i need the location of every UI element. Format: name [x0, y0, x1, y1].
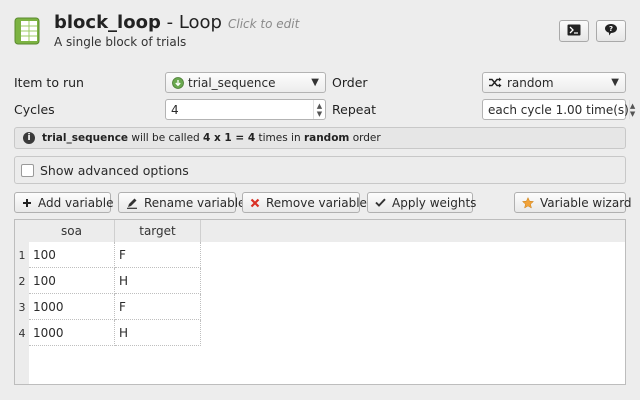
- repeat-label: Repeat: [332, 102, 377, 117]
- cycles-value: 4: [171, 102, 179, 117]
- apply-weights-button[interactable]: Apply weights: [367, 192, 477, 213]
- chevron-down-icon: ▼: [311, 77, 319, 88]
- table-cell-soa[interactable]: 1000: [29, 294, 115, 320]
- chevron-down-icon: ▼: [611, 77, 619, 88]
- advanced-options-label: Show advanced options: [40, 162, 189, 178]
- summary-text-2: times in: [255, 132, 304, 144]
- svg-text:?: ?: [609, 25, 613, 33]
- sequence-item-icon: [172, 76, 184, 89]
- column-header-target[interactable]: target: [115, 220, 201, 242]
- help-button[interactable]: ?: [596, 20, 626, 42]
- summary-text-1: will be called: [128, 132, 204, 144]
- row-header-empty: [15, 346, 29, 384]
- variable-wizard-button[interactable]: Variable wizard: [514, 192, 632, 213]
- spin-arrows-icon[interactable]: ▲ ▼: [313, 100, 325, 119]
- row-header[interactable]: 1: [15, 242, 29, 268]
- rename-variable-label: Rename variable: [144, 195, 246, 210]
- table-cell-soa[interactable]: 100: [29, 242, 115, 268]
- terminal-icon: [567, 24, 581, 39]
- click-to-edit-hint: Click to edit: [227, 17, 300, 31]
- checkmark-icon: [375, 198, 386, 207]
- spin-arrows-icon[interactable]: ▲ ▼: [628, 100, 635, 119]
- column-header-soa[interactable]: soa: [29, 220, 115, 242]
- remove-variable-label: Remove variable: [266, 195, 367, 210]
- summary-order: random: [303, 132, 350, 144]
- table-cell-target[interactable]: F: [115, 242, 201, 268]
- item-type: Loop: [178, 12, 222, 33]
- table-cell-soa[interactable]: 1000: [29, 320, 115, 346]
- rename-variable-button[interactable]: Rename variable: [118, 192, 245, 213]
- table-cell-target[interactable]: F: [115, 294, 201, 320]
- advanced-options-toggle[interactable]: Show advanced options: [14, 156, 626, 184]
- summary-item: trial_sequence: [42, 132, 129, 144]
- summary-text: trial_sequence will be called 4 x 1 = 4 …: [42, 132, 381, 144]
- summary-formula: 4 x 1 = 4: [203, 132, 256, 144]
- repeat-spinbox[interactable]: each cycle 1.00 time(s) ▲ ▼: [482, 99, 635, 120]
- table-corner[interactable]: [15, 220, 29, 242]
- help-speech-icon: ?: [604, 23, 618, 39]
- table-cell-target[interactable]: H: [115, 320, 201, 346]
- item-description[interactable]: A single block of trials: [54, 35, 186, 49]
- close-icon: [250, 198, 260, 208]
- order-label: Order: [332, 75, 368, 90]
- loop-table-icon: [14, 17, 40, 45]
- add-variable-button[interactable]: Add variable: [14, 192, 114, 213]
- item-to-run-combo[interactable]: trial_sequence ▼: [165, 72, 326, 93]
- variable-wizard-label: Variable wizard: [540, 195, 632, 210]
- loop-table[interactable]: soa target 1 100 F 2 100 H 3 1000 F 4 10…: [14, 219, 626, 385]
- item-to-run-value: trial_sequence: [188, 75, 276, 90]
- table-cell-target[interactable]: H: [115, 268, 201, 294]
- add-variable-label: Add variable: [38, 195, 114, 210]
- star-icon: [522, 196, 534, 209]
- summary-text-3: order: [349, 132, 381, 144]
- script-view-button[interactable]: [559, 20, 589, 42]
- pen-icon: [126, 197, 138, 209]
- cycles-label: Cycles: [14, 102, 55, 117]
- column-header-empty: [201, 220, 625, 242]
- advanced-options-checkbox[interactable]: [21, 163, 34, 177]
- loop-summary: i trial_sequence will be called 4 x 1 = …: [14, 127, 626, 149]
- item-title[interactable]: block_loop - Loop Click to edit: [54, 12, 299, 33]
- repeat-value: each cycle 1.00 time(s): [488, 102, 629, 117]
- row-header[interactable]: 4: [15, 320, 29, 346]
- remove-variable-button[interactable]: Remove variable: [242, 192, 367, 213]
- row-header[interactable]: 3: [15, 294, 29, 320]
- row-header[interactable]: 2: [15, 268, 29, 294]
- title-separator: -: [160, 12, 179, 33]
- apply-weights-label: Apply weights: [392, 195, 477, 210]
- order-value: random: [507, 75, 554, 90]
- item-name: block_loop: [54, 12, 161, 33]
- plus-icon: [22, 198, 32, 208]
- item-to-run-label: Item to run: [14, 75, 84, 90]
- info-icon: i: [23, 132, 35, 144]
- table-cell-soa[interactable]: 100: [29, 268, 115, 294]
- shuffle-icon: [489, 77, 502, 88]
- cycles-spinbox[interactable]: 4 ▲ ▼: [165, 99, 326, 120]
- order-combo[interactable]: random ▼: [482, 72, 626, 93]
